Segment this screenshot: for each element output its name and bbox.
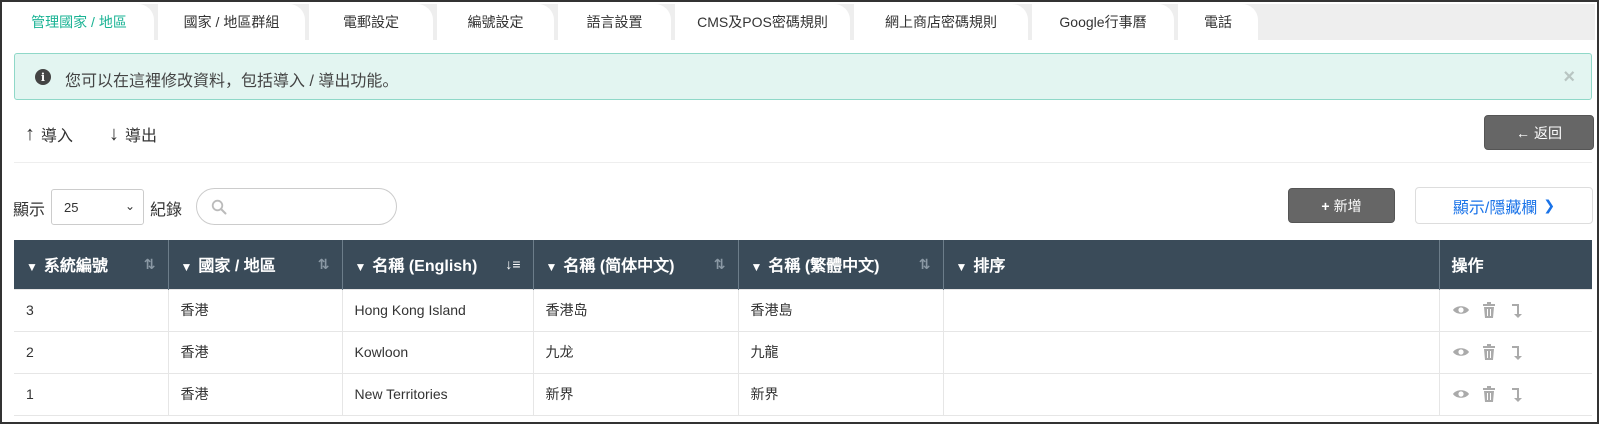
tab-numbering-settings[interactable]: 編號設定 [437, 4, 554, 40]
tab-language-settings[interactable]: 語言設置 [558, 4, 671, 40]
plus-icon: + [1321, 197, 1330, 214]
column-header-actions: 操作 [1439, 240, 1592, 289]
divider [14, 162, 1592, 163]
move-down-icon[interactable] [1508, 385, 1526, 403]
cell-name-sc: 九龙 [533, 331, 739, 374]
add-button[interactable]: + 新增 [1288, 188, 1395, 223]
trash-icon[interactable] [1480, 385, 1498, 403]
cell-id: 1 [14, 373, 169, 416]
column-header-name-en[interactable]: ▼ 名稱 (English) ↓≡ [342, 240, 534, 289]
filter-icon[interactable]: ▼ [26, 260, 38, 274]
tab-phone[interactable]: 電話 [1178, 4, 1258, 40]
cell-region: 香港 [168, 288, 343, 332]
sort-icon[interactable]: ⇅ [919, 256, 931, 273]
search-input[interactable] [233, 193, 388, 220]
regions-table: ▼ 系統編號 ⇅ ▼ 國家 / 地區 ⇅ ▼ 名稱 (English) ↓≡ ▼ 名稱 (简体… [14, 240, 1592, 416]
tab-google-calendar[interactable]: Google行事曆 [1032, 4, 1174, 40]
chevron-down-icon: ⌄ [124, 199, 135, 213]
sort-icon[interactable]: ⇅ [714, 256, 726, 273]
search-box [196, 188, 397, 225]
filter-icon[interactable]: ▼ [355, 260, 367, 274]
back-button[interactable]: ← 返回 [1484, 115, 1594, 150]
page-size-select[interactable]: 25 ⌄ [51, 189, 144, 225]
cell-id: 3 [14, 288, 169, 332]
toggle-columns-button[interactable]: 顯示/隱藏欄 ❯ [1415, 187, 1593, 224]
cell-actions [1439, 331, 1592, 374]
sort-icon[interactable]: ⇅ [318, 256, 330, 273]
arrow-up-icon: ↑ [25, 122, 35, 145]
column-header-name-tc[interactable]: ▼ 名稱 (繁體中文) ⇅ [738, 240, 944, 289]
cell-region: 香港 [168, 331, 343, 374]
cell-name-sc: 香港岛 [533, 288, 739, 332]
filter-icon[interactable]: ▼ [546, 260, 558, 274]
column-header-id[interactable]: ▼ 系統編號 ⇅ [14, 240, 169, 289]
column-header-region[interactable]: ▼ 國家 / 地區 ⇅ [168, 240, 343, 289]
table-header-row: ▼ 系統編號 ⇅ ▼ 國家 / 地區 ⇅ ▼ 名稱 (English) ↓≡ ▼ 名稱 (简体… [14, 240, 1592, 289]
cell-actions [1439, 373, 1592, 416]
tab-cms-pos-password[interactable]: CMS及POS密碼規則 [675, 4, 850, 40]
alert-message: 您可以在這裡修改資料，包括導入 / 導出功能。 [65, 73, 399, 90]
cell-region: 香港 [168, 373, 343, 416]
tab-online-store-password[interactable]: 網上商店密碼規則 [854, 4, 1028, 40]
move-down-icon[interactable] [1508, 301, 1526, 319]
cell-name-tc: 新界 [738, 373, 944, 416]
cell-name-tc: 九龍 [738, 331, 944, 374]
table-row: 2 香港 Kowloon 九龙 九龍 [14, 331, 1592, 374]
eye-icon[interactable] [1452, 385, 1470, 403]
column-header-name-sc[interactable]: ▼ 名稱 (简体中文) ⇅ [533, 240, 739, 289]
cell-name-sc: 新界 [533, 373, 739, 416]
tab-region-groups[interactable]: 國家 / 地區群組 [158, 4, 305, 40]
filter-icon[interactable]: ▼ [181, 260, 193, 274]
cell-order [943, 331, 1440, 374]
filter-icon[interactable]: ▼ [956, 260, 968, 274]
trash-icon[interactable] [1480, 301, 1498, 319]
cell-order [943, 288, 1440, 332]
eye-icon[interactable] [1452, 301, 1470, 319]
cell-name-en: New Territories [342, 373, 534, 416]
info-circle-icon: i [35, 69, 51, 85]
search-icon [211, 199, 227, 215]
import-button[interactable]: ↑ 導入 [25, 122, 73, 146]
records-label: 紀錄 [150, 202, 183, 219]
chevron-down-icon: ❯ [1543, 197, 1556, 213]
column-header-order[interactable]: ▼ 排序 [943, 240, 1440, 289]
tab-bar: 管理國家 / 地區 國家 / 地區群組 電郵設定 編號設定 語言設置 CMS及P… [4, 4, 1595, 40]
info-alert: i 您可以在這裡修改資料，包括導入 / 導出功能。 × [14, 53, 1592, 100]
arrow-left-icon: ← [1516, 124, 1530, 141]
cell-order [943, 373, 1440, 416]
app-frame: 管理國家 / 地區 國家 / 地區群組 電郵設定 編號設定 語言設置 CMS及P… [0, 0, 1599, 424]
sort-ascending-icon[interactable]: ↓≡ [505, 256, 520, 272]
cell-name-en: Kowloon [342, 331, 534, 374]
export-button[interactable]: ↓ 導出 [109, 122, 157, 146]
cell-id: 2 [14, 331, 169, 374]
cell-actions [1439, 288, 1592, 332]
tab-email-settings[interactable]: 電郵設定 [309, 4, 433, 40]
tab-manage-regions[interactable]: 管理國家 / 地區 [4, 4, 154, 40]
move-down-icon[interactable] [1508, 343, 1526, 361]
show-label: 顯示 [13, 202, 46, 219]
filter-icon[interactable]: ▼ [751, 260, 763, 274]
table-row: 1 香港 New Territories 新界 新界 [14, 373, 1592, 416]
table-row: 3 香港 Hong Kong Island 香港岛 香港島 [14, 288, 1592, 332]
cell-name-tc: 香港島 [738, 288, 944, 332]
close-icon[interactable]: × [1563, 66, 1575, 89]
sort-icon[interactable]: ⇅ [144, 256, 156, 273]
cell-name-en: Hong Kong Island [342, 288, 534, 332]
eye-icon[interactable] [1452, 343, 1470, 361]
trash-icon[interactable] [1480, 343, 1498, 361]
arrow-down-icon: ↓ [109, 122, 119, 145]
